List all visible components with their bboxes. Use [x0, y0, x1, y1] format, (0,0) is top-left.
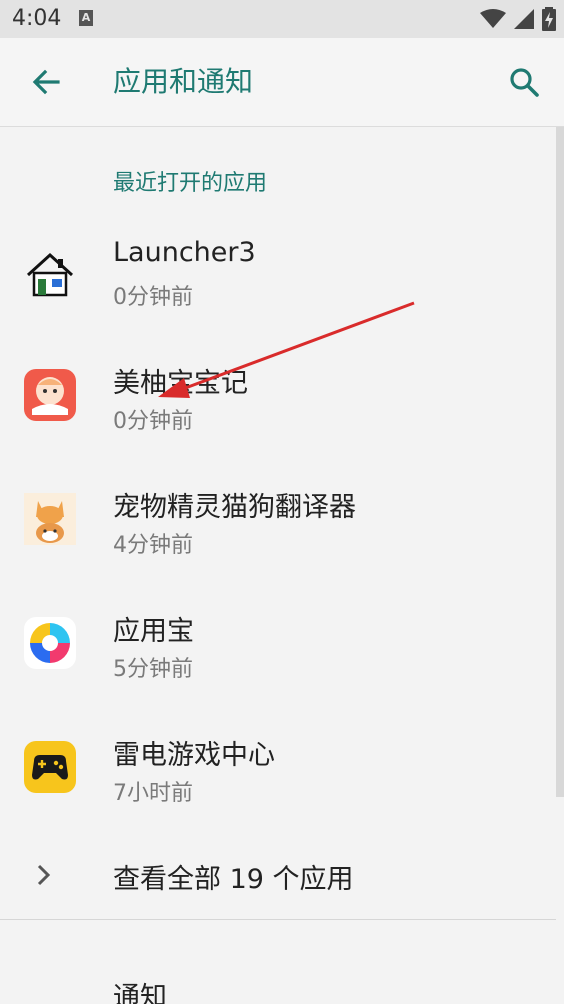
- app-name: Launcher3: [113, 237, 256, 268]
- app-name: 应用宝: [113, 616, 194, 647]
- gamepad-icon: [24, 741, 76, 793]
- app-row-leidian-games[interactable]: 雷电游戏中心 7小时前: [0, 709, 556, 833]
- scrollbar[interactable]: [556, 127, 564, 797]
- status-icons: [480, 7, 556, 31]
- divider: [0, 919, 556, 920]
- app-name: 宠物精灵猫狗翻译器: [113, 492, 356, 523]
- house-icon: [24, 249, 76, 301]
- app-row-meiyou[interactable]: 美柚宝宝记 0分钟前: [0, 337, 556, 461]
- cell-signal-icon: [514, 9, 534, 29]
- app-row-launcher3[interactable]: Launcher3 0分钟前: [0, 213, 556, 337]
- arrow-left-icon: [32, 69, 60, 95]
- app-name: 雷电游戏中心: [113, 740, 275, 771]
- battery-charging-icon: [542, 7, 556, 31]
- app-name: 美柚宝宝记: [113, 368, 248, 399]
- app-row-pet-translator[interactable]: 宠物精灵猫狗翻译器 4分钟前: [0, 461, 556, 585]
- app-time: 5分钟前: [113, 657, 193, 682]
- app-time: 0分钟前: [113, 285, 193, 310]
- app-time: 7小时前: [113, 781, 193, 806]
- screen: 4:04 A 应用和通知 最近打开的应用 Launcher3 0分钟前 美柚宝宝…: [0, 0, 564, 1004]
- search-icon: [510, 68, 539, 97]
- status-time: 4:04: [12, 6, 62, 31]
- status-bar: 4:04 A: [0, 0, 564, 38]
- accessibility-a-icon: A: [79, 10, 93, 26]
- yingyongbao-icon: [24, 617, 76, 669]
- see-all-apps-row[interactable]: 查看全部 19 个应用: [0, 839, 556, 915]
- chevron-right-icon: [37, 864, 51, 886]
- baby-face-icon: [24, 369, 76, 421]
- back-button[interactable]: [26, 62, 66, 102]
- cat-dog-icon: [24, 493, 76, 545]
- notifications-item[interactable]: 通知: [113, 975, 167, 1004]
- app-row-yingyongbao[interactable]: 应用宝 5分钟前: [0, 585, 556, 709]
- see-all-apps-label: 查看全部 19 个应用: [113, 864, 354, 895]
- page-title: 应用和通知: [113, 65, 254, 98]
- app-time: 4分钟前: [113, 533, 193, 558]
- wifi-icon: [480, 9, 506, 28]
- app-time: 0分钟前: [113, 409, 193, 434]
- recent-apps-header: 最近打开的应用: [113, 171, 268, 196]
- content-list: 最近打开的应用 Launcher3 0分钟前 美柚宝宝记 0分钟前 宠物精灵猫狗…: [0, 127, 556, 1004]
- search-button[interactable]: [504, 62, 544, 102]
- app-bar: 应用和通知: [0, 38, 564, 127]
